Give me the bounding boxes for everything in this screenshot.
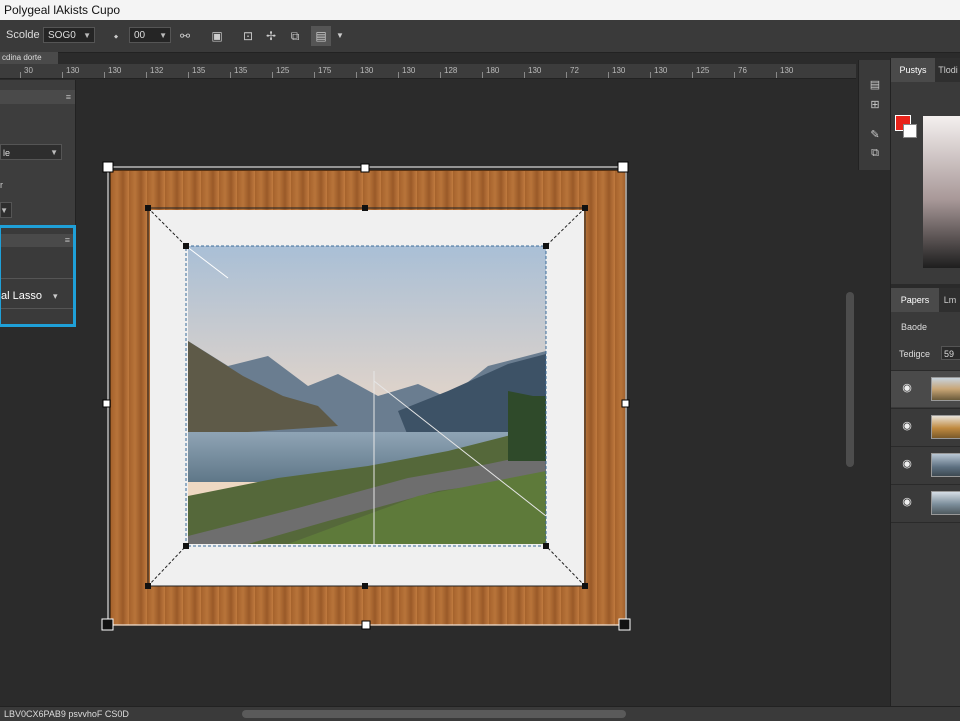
handle-right[interactable]	[621, 399, 630, 408]
color-picker-field[interactable]	[923, 116, 960, 268]
handle-bottom-left[interactable]	[101, 618, 114, 631]
blend-mode-label[interactable]: Baode	[901, 322, 927, 332]
handle-photo-tl[interactable]	[183, 243, 189, 249]
layer-thumbnail	[931, 491, 960, 515]
panel-icon-strip: ▤ ⊞ ✎ ⧉	[858, 60, 891, 170]
opacity-label: Tedigce	[899, 349, 931, 359]
handle-mat-bl[interactable]	[145, 583, 151, 589]
handle-photo-br[interactable]	[543, 543, 549, 549]
eye-icon[interactable]: ◉	[900, 495, 914, 509]
eye-icon[interactable]: ◉	[900, 457, 914, 471]
background-color-swatch[interactable]	[903, 124, 917, 138]
horizontal-scrollbar[interactable]	[242, 710, 626, 718]
opacity-input[interactable]: 59	[941, 346, 960, 360]
handle-mat-b[interactable]	[362, 583, 368, 589]
tab-channels[interactable]: Lm	[939, 288, 960, 312]
handle-top[interactable]	[360, 163, 370, 173]
layer-thumbnail	[931, 415, 960, 439]
right-panel: Pustys Tlodi Papers Lm Baode Tedigce 59 …	[890, 58, 960, 706]
layer-thumbnail	[931, 453, 960, 477]
handle-photo-bl[interactable]	[183, 543, 189, 549]
status-text: LBV0CX6PAB9 psvvhoF CS0D	[4, 709, 129, 719]
tab-layers[interactable]: Papers	[891, 288, 939, 312]
transform-overlay	[101, 161, 631, 631]
vertical-scrollbar[interactable]	[846, 292, 854, 467]
layer-row[interactable]: ◉	[891, 484, 960, 521]
handle-mat-br[interactable]	[582, 583, 588, 589]
actions-icon[interactable]: ⊞	[867, 98, 883, 112]
eye-icon[interactable]: ◉	[900, 419, 914, 433]
handle-left[interactable]	[102, 399, 111, 408]
layer-row[interactable]: ◉	[891, 446, 960, 483]
layer-row[interactable]: ◉	[891, 408, 960, 445]
handle-mat-tr[interactable]	[582, 205, 588, 211]
handle-mat-t[interactable]	[362, 205, 368, 211]
handle-bottom[interactable]	[361, 620, 371, 630]
divider	[891, 522, 960, 524]
handle-mat-tl[interactable]	[145, 205, 151, 211]
eye-icon[interactable]: ◉	[900, 381, 914, 395]
layer-thumbnail	[931, 377, 960, 401]
history-icon[interactable]: ▤	[867, 78, 883, 92]
status-bar: LBV0CX6PAB9 psvvhoF CS0D	[0, 706, 960, 721]
handle-top-right[interactable]	[617, 161, 629, 173]
handle-photo-tr[interactable]	[543, 243, 549, 249]
handle-top-left[interactable]	[102, 161, 114, 173]
tab-swatches[interactable]: Tlodi	[935, 58, 960, 82]
tab-color[interactable]: Pustys	[891, 58, 935, 82]
clone-icon[interactable]: ⧉	[867, 146, 883, 160]
handle-bottom-right[interactable]	[618, 618, 631, 631]
layer-row[interactable]: ◉	[891, 370, 960, 407]
brush-icon[interactable]: ✎	[867, 128, 883, 142]
